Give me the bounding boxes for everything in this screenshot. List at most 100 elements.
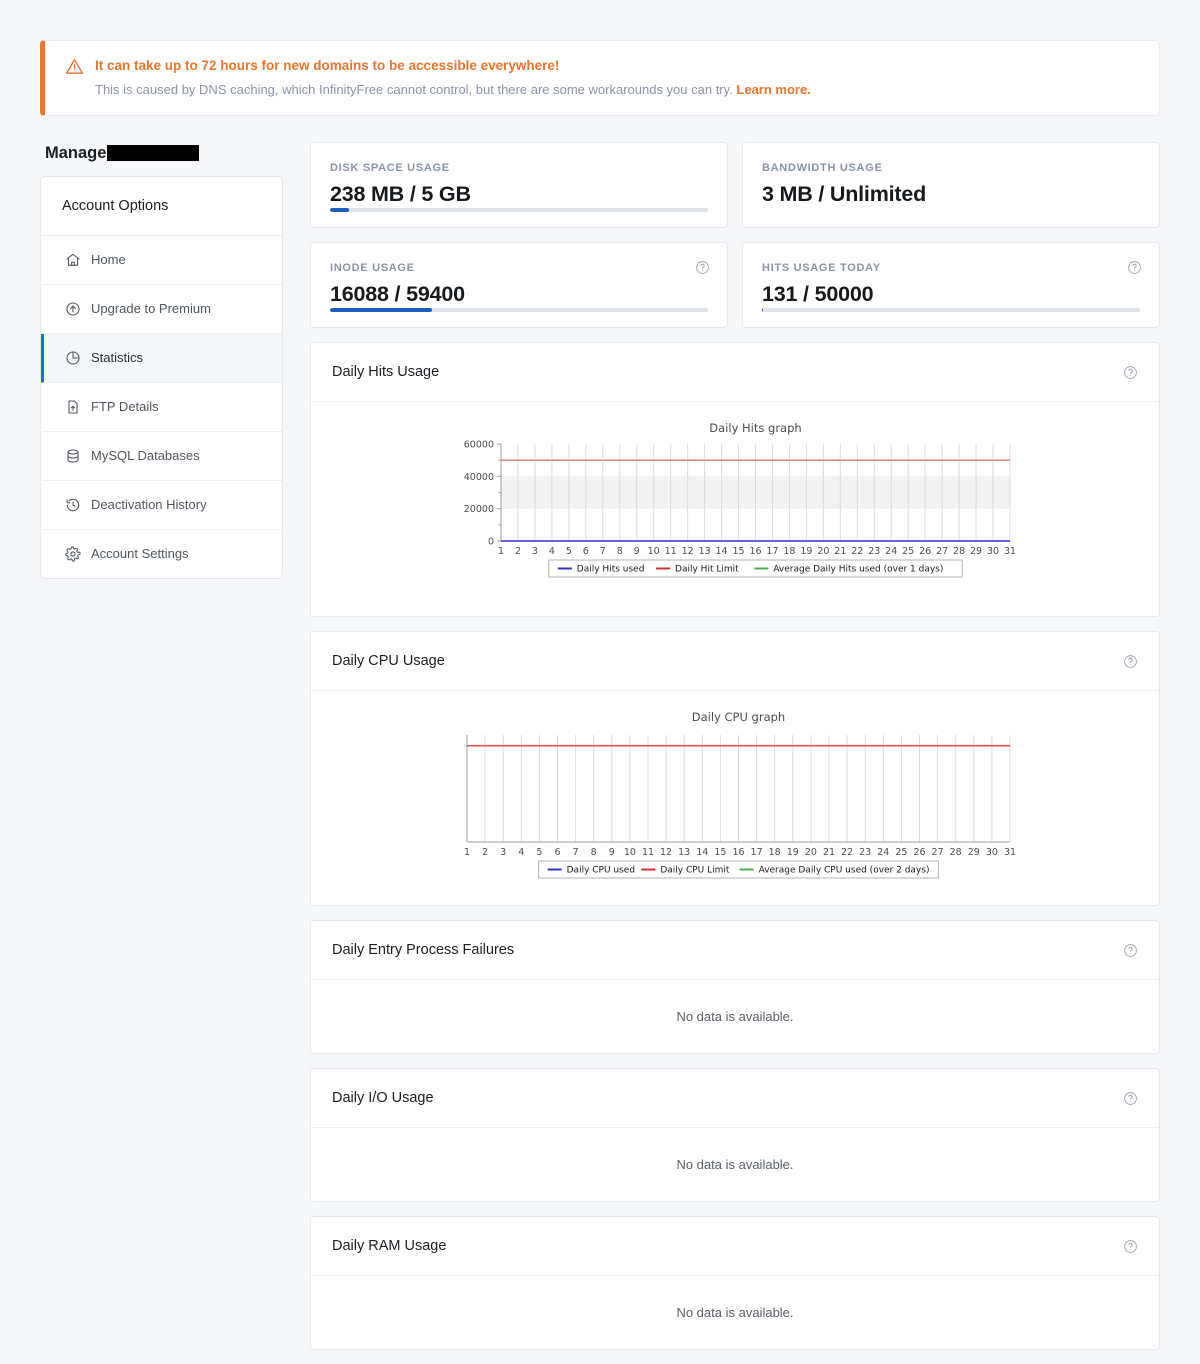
- panel-daily-cpu-usage: Daily CPU Usage Daily CPU graph 1 2 3 4 5 6 7 8 9…: [310, 631, 1160, 906]
- file-upload-icon: [68, 400, 78, 414]
- stat-card-inode-usage: INODE USAGE 16088 / 59400: [310, 242, 728, 328]
- svg-text:25: 25: [895, 847, 907, 858]
- svg-text:2: 2: [482, 847, 488, 858]
- stat-label: DISK SPACE USAGE: [330, 162, 450, 174]
- stat-label: BANDWIDTH USAGE: [762, 162, 883, 174]
- panel-header: Daily Hits Usage: [311, 343, 1159, 402]
- empty-state-text: No data is available.: [676, 1305, 794, 1320]
- clock-history-icon: [66, 498, 80, 512]
- svg-text:13: 13: [699, 546, 711, 557]
- svg-text:24: 24: [877, 847, 889, 858]
- svg-text:6: 6: [583, 546, 589, 557]
- stat-label: HITS USAGE TODAY: [762, 262, 881, 274]
- pie-chart-icon: [66, 351, 80, 365]
- help-circle-icon[interactable]: [1127, 260, 1142, 275]
- daily-hits-chart: Daily Hits graph02000040000600001 2 3 4 5 6 7 8…: [464, 421, 1015, 578]
- svg-text:17: 17: [751, 847, 763, 858]
- svg-text:40000: 40000: [464, 472, 494, 483]
- sidebar-item-label: Home: [91, 252, 126, 267]
- panel-header: Daily I/O Usage: [311, 1069, 1159, 1128]
- sidebar-item-deactivation-history[interactable]: Deactivation History: [41, 481, 282, 530]
- svg-text:28: 28: [950, 847, 962, 858]
- account-options-sidebar: Account Options Home Upgrade to Premium: [40, 176, 283, 579]
- stat-card-hits-usage-today: HITS USAGE TODAY 131 / 50000: [742, 242, 1160, 328]
- svg-text:8: 8: [591, 847, 597, 858]
- stat-card-disk-space-usage: DISK SPACE USAGE 238 MB / 5 GB: [310, 142, 728, 228]
- svg-text:Daily CPU Limit: Daily CPU Limit: [660, 866, 730, 876]
- svg-text:27: 27: [936, 546, 948, 557]
- sidebar-item-ftp-details[interactable]: FTP Details: [41, 383, 282, 432]
- svg-text:14: 14: [696, 847, 708, 858]
- sidebar-item-account-settings[interactable]: Account Settings: [41, 530, 282, 578]
- svg-text:3: 3: [500, 847, 506, 858]
- svg-text:Daily Hits used: Daily Hits used: [577, 565, 645, 575]
- svg-text:10: 10: [648, 546, 660, 557]
- panel-body: Daily CPU graph 1 2 3 4 5 6 7 8 9 10 11 12 13 14 15 16 17…: [311, 691, 1159, 905]
- alert-body: This is caused by DNS caching, which Inf…: [95, 80, 1141, 99]
- panel-daily-entry-process-failures: Daily Entry Process Failures No data is …: [310, 920, 1160, 1054]
- svg-text:18: 18: [783, 546, 795, 557]
- svg-text:19: 19: [800, 546, 812, 557]
- svg-text:Average Daily Hits used (over: Average Daily Hits used (over 1 days): [773, 565, 943, 575]
- svg-text:6: 6: [554, 847, 560, 858]
- help-circle-icon[interactable]: [695, 260, 710, 275]
- page-title-prefix: Manage: [45, 144, 107, 162]
- svg-text:26: 26: [913, 847, 925, 858]
- sidebar-item-label: FTP Details: [91, 399, 159, 414]
- panel-title: Daily Entry Process Failures: [332, 942, 515, 958]
- svg-text:30: 30: [986, 847, 998, 858]
- help-circle-icon[interactable]: [1123, 365, 1138, 380]
- svg-text:15: 15: [732, 546, 744, 557]
- svg-text:9: 9: [609, 847, 615, 858]
- svg-text:4: 4: [518, 847, 524, 858]
- redacted-domain: [107, 145, 200, 161]
- panel-title: Daily Hits Usage: [332, 364, 440, 380]
- svg-text:30: 30: [987, 546, 999, 557]
- sidebar-item-statistics[interactable]: Statistics: [41, 334, 282, 383]
- svg-text:4: 4: [549, 546, 555, 557]
- svg-text:23: 23: [868, 546, 880, 557]
- help-circle-icon[interactable]: [1123, 1091, 1138, 1106]
- sidebar-item-label: Deactivation History: [91, 497, 207, 512]
- alert-body-text: This is caused by DNS caching, which Inf…: [95, 82, 733, 97]
- svg-text:23: 23: [859, 847, 871, 858]
- help-circle-icon[interactable]: [1123, 654, 1138, 669]
- svg-text:14: 14: [716, 546, 728, 557]
- svg-text:9: 9: [634, 546, 640, 557]
- svg-text:Average Daily CPU used (over 2: Average Daily CPU used (over 2 days): [759, 866, 930, 876]
- svg-text:25: 25: [902, 546, 914, 557]
- sidebar-item-mysql-databases[interactable]: MySQL Databases: [41, 432, 282, 481]
- svg-text:21: 21: [834, 546, 846, 557]
- gear-icon: [65, 546, 81, 562]
- panel-daily-hits-usage: Daily Hits Usage Daily Hits graph 0 20000 4…: [310, 342, 1160, 617]
- svg-text:Daily Hit Limit: Daily Hit Limit: [675, 565, 739, 575]
- stat-row-top: DISK SPACE USAGE 238 MB / 5 GB BANDWIDTH…: [310, 142, 1160, 228]
- svg-text:5: 5: [536, 847, 542, 858]
- svg-text:20: 20: [817, 546, 829, 557]
- panel-title: Daily CPU Usage: [332, 653, 445, 669]
- svg-text:1: 1: [464, 847, 470, 858]
- stat-row-bottom: INODE USAGE 16088 / 59400 HITS USAGE TOD…: [310, 242, 1160, 328]
- svg-text:21: 21: [823, 847, 835, 858]
- help-circle-icon[interactable]: [1123, 943, 1138, 958]
- svg-text:7: 7: [573, 847, 579, 858]
- sidebar-heading: Account Options: [41, 177, 282, 236]
- home-icon: [66, 253, 80, 266]
- svg-text:13: 13: [678, 847, 690, 858]
- svg-text:15: 15: [714, 847, 726, 858]
- svg-text:16: 16: [732, 847, 744, 858]
- progress-fill: [762, 308, 764, 312]
- svg-text:0: 0: [488, 537, 494, 548]
- stat-label: INODE USAGE: [330, 262, 415, 274]
- stat-value: 3 MB / Unlimited: [762, 182, 927, 206]
- empty-state-text: No data is available.: [676, 1009, 794, 1024]
- sidebar-item-upgrade-to-premium[interactable]: Upgrade to Premium: [41, 285, 282, 334]
- help-circle-icon[interactable]: [1123, 1239, 1138, 1254]
- stat-value: 16088 / 59400: [330, 282, 465, 306]
- learn-more-link[interactable]: Learn more.: [736, 82, 810, 97]
- panel-title: Daily RAM Usage: [332, 1238, 447, 1254]
- svg-text:7: 7: [600, 546, 606, 557]
- svg-text:8: 8: [617, 546, 623, 557]
- alert-title: It can take up to 72 hours for new domai…: [95, 58, 560, 73]
- sidebar-item-home[interactable]: Home: [41, 236, 282, 285]
